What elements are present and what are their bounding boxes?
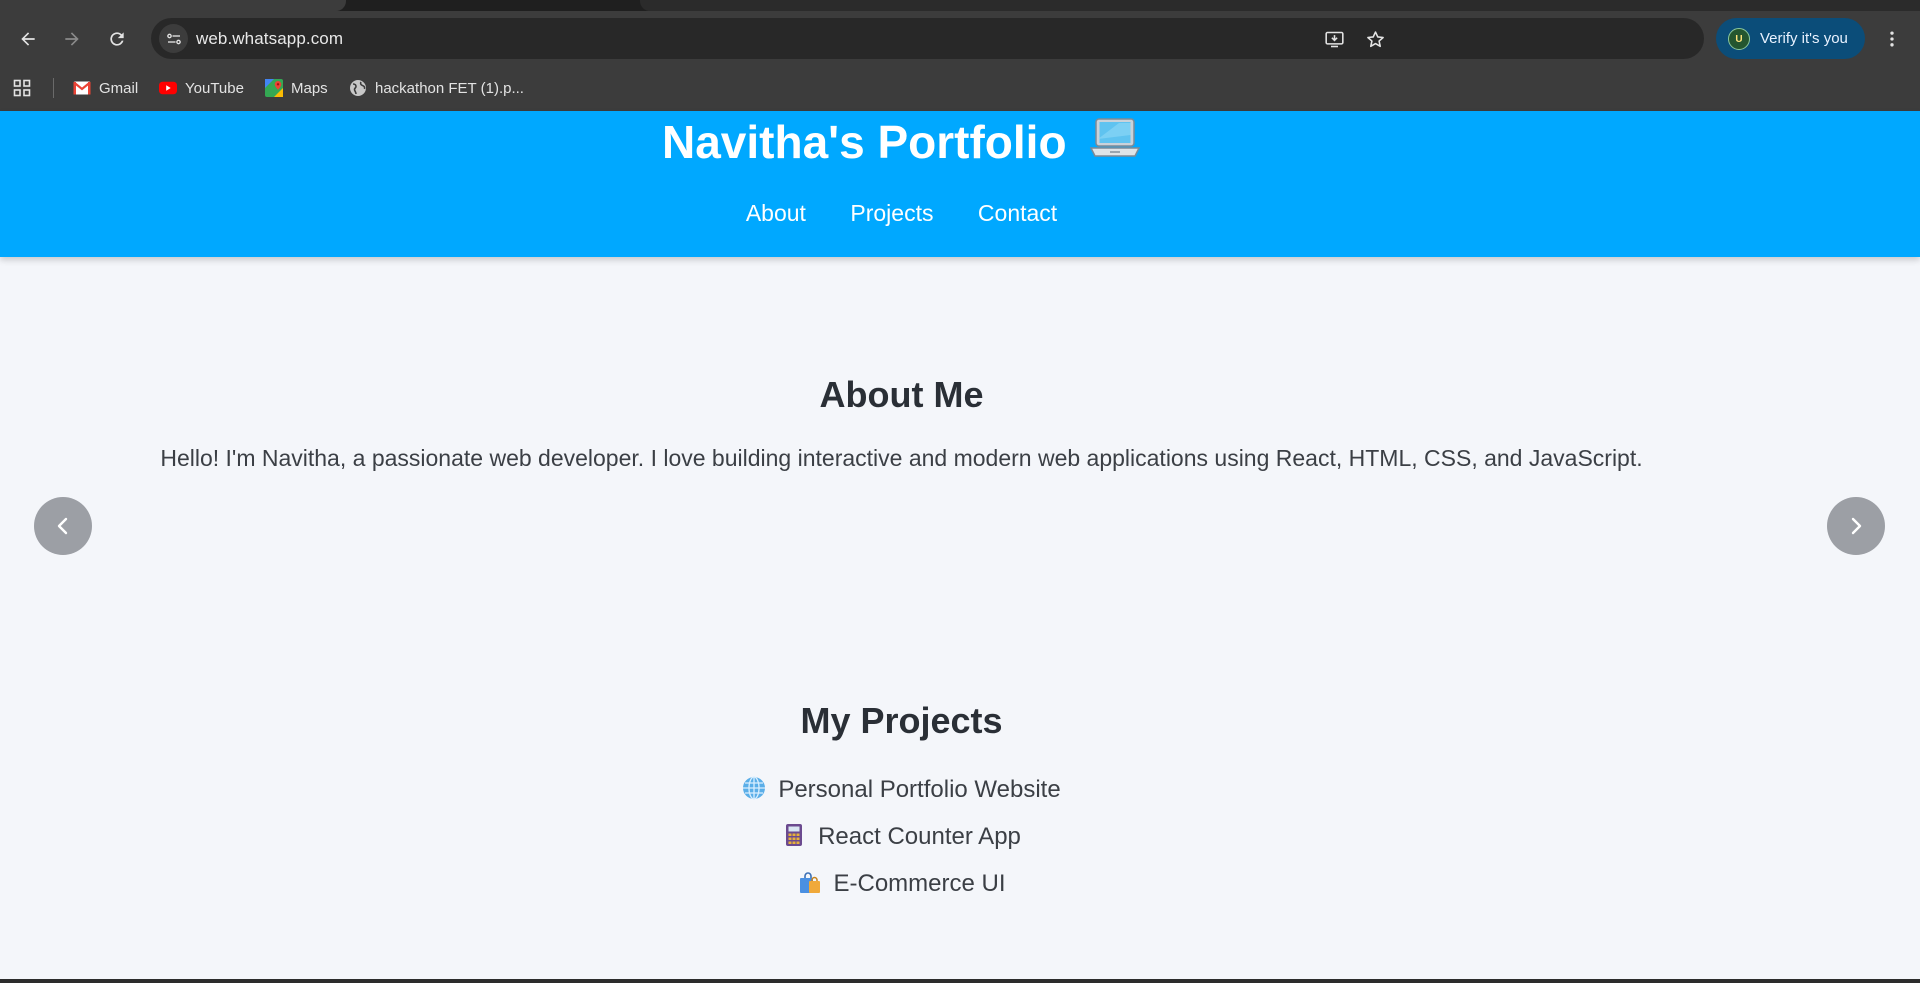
calculator-emoji-icon bbox=[782, 823, 806, 847]
verify-label: Verify it's you bbox=[1760, 30, 1848, 47]
nav-contact-link[interactable]: Contact bbox=[978, 200, 1057, 226]
bookmarks-bar: Gmail YouTube Maps hackathon FET (1).p..… bbox=[0, 66, 1920, 111]
maps-icon bbox=[265, 79, 283, 97]
bookmark-label: YouTube bbox=[185, 79, 244, 97]
page-viewport: Navitha's Portfolio About Projects Conta… bbox=[0, 111, 1920, 979]
about-heading: About Me bbox=[819, 374, 984, 415]
back-button[interactable] bbox=[16, 27, 40, 51]
bookmark-youtube[interactable]: YouTube bbox=[159, 77, 244, 99]
portfolio-header: Navitha's Portfolio About Projects Conta… bbox=[0, 111, 1920, 257]
nav-about-link[interactable]: About bbox=[746, 200, 806, 226]
project-label: E-Commerce UI bbox=[833, 870, 1006, 897]
carousel-next-button[interactable] bbox=[1827, 497, 1885, 555]
apps-grid-icon bbox=[13, 79, 31, 97]
kebab-menu-icon bbox=[1890, 31, 1894, 47]
install-app-icon[interactable] bbox=[1322, 27, 1346, 51]
url-text[interactable]: web.whatsapp.com bbox=[196, 29, 343, 49]
bookmark-hackathon[interactable]: hackathon FET (1).p... bbox=[349, 77, 524, 99]
laptop-icon bbox=[1089, 115, 1141, 161]
chevron-left-icon bbox=[57, 517, 68, 535]
profile-avatar: U bbox=[1728, 28, 1750, 50]
back-arrow-icon bbox=[21, 32, 35, 46]
chevron-right-icon bbox=[1851, 517, 1862, 535]
verify-identity-button[interactable]: U Verify it's you bbox=[1716, 18, 1865, 59]
reload-button[interactable] bbox=[105, 27, 129, 51]
site-title: Navitha's Portfolio bbox=[662, 116, 1067, 168]
globe-emoji-icon bbox=[742, 776, 766, 800]
youtube-icon bbox=[159, 79, 177, 97]
page-bottom-edge bbox=[0, 979, 1920, 983]
bookmark-maps[interactable]: Maps bbox=[265, 77, 328, 99]
bookmark-label: Maps bbox=[291, 79, 328, 97]
project-item: Personal Portfolio Website bbox=[0, 776, 1803, 804]
main-nav: About Projects Contact bbox=[0, 200, 1803, 227]
bookmark-star-icon[interactable] bbox=[1363, 27, 1387, 51]
projects-heading: My Projects bbox=[800, 700, 1003, 741]
tab-active[interactable] bbox=[0, 0, 346, 11]
forward-arrow-icon bbox=[65, 32, 79, 46]
header-title-row: Navitha's Portfolio bbox=[0, 115, 1803, 169]
project-item: React Counter App bbox=[0, 823, 1803, 851]
reload-icon bbox=[110, 32, 124, 46]
project-label: Personal Portfolio Website bbox=[778, 776, 1061, 803]
browser-toolbar: web.whatsapp.com U Verify it's you bbox=[0, 11, 1920, 66]
project-item: E-Commerce UI bbox=[0, 870, 1803, 898]
shopping-bags-emoji-icon bbox=[797, 870, 821, 894]
globe-icon bbox=[349, 79, 367, 97]
about-description: Hello! I'm Navitha, a passionate web dev… bbox=[160, 445, 1643, 471]
carousel-prev-button[interactable] bbox=[34, 497, 92, 555]
bookmark-label: hackathon FET (1).p... bbox=[375, 79, 524, 97]
address-bar[interactable]: web.whatsapp.com bbox=[151, 18, 1704, 59]
bookmark-label: Gmail bbox=[99, 79, 139, 97]
bookmark-gmail[interactable]: Gmail bbox=[73, 77, 138, 99]
apps-button[interactable] bbox=[13, 77, 39, 99]
browser-menu-button[interactable] bbox=[1880, 27, 1904, 51]
tab-strip bbox=[0, 0, 1920, 11]
project-label: React Counter App bbox=[818, 823, 1021, 850]
gmail-icon bbox=[73, 79, 91, 97]
tab-inactive[interactable] bbox=[640, 0, 1920, 11]
site-info-icon[interactable] bbox=[159, 24, 188, 53]
forward-button[interactable] bbox=[60, 27, 84, 51]
bookmarks-divider bbox=[53, 78, 54, 98]
nav-projects-link[interactable]: Projects bbox=[850, 200, 933, 226]
